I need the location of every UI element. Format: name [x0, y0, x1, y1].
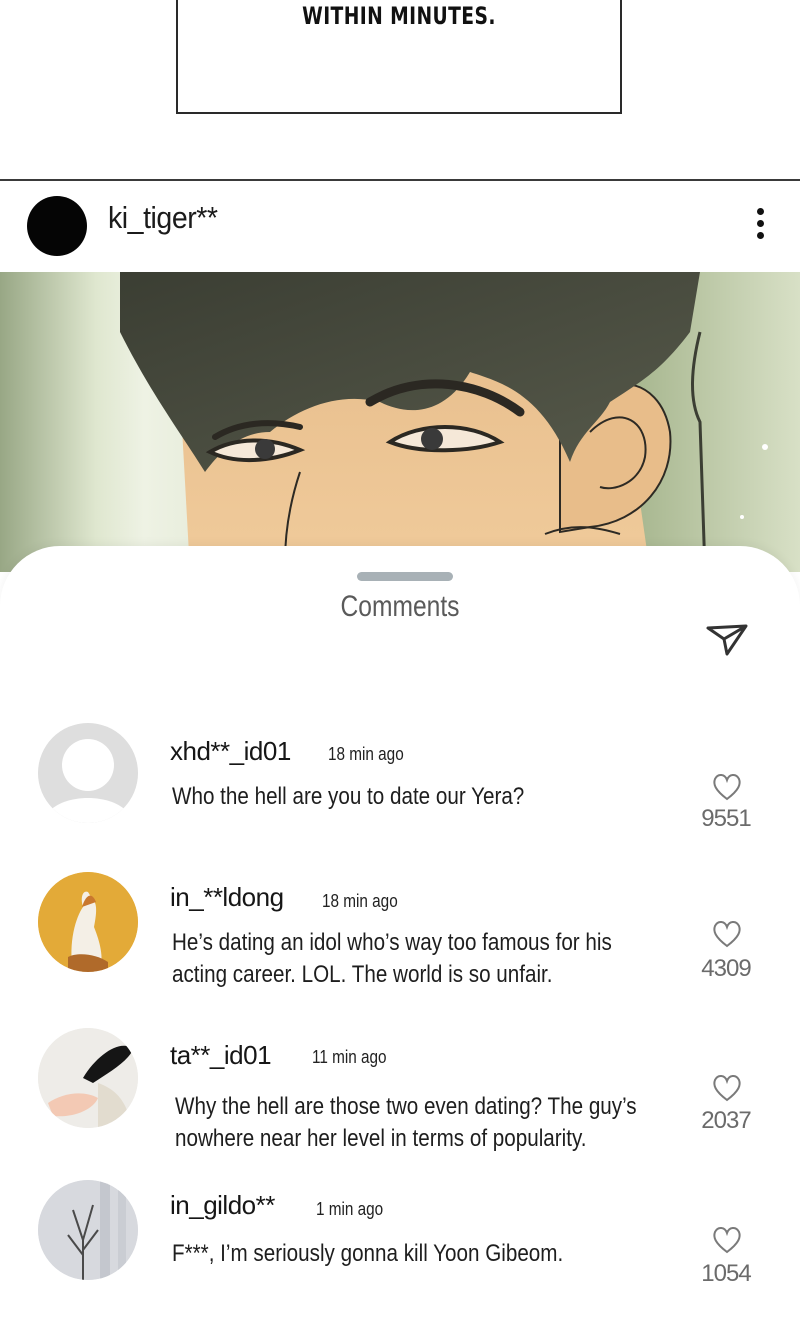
comment-username[interactable]: xhd**_id01 — [170, 736, 291, 767]
heart-icon[interactable] — [711, 1074, 743, 1102]
comment-time: 1 min ago — [316, 1199, 384, 1219]
heart-icon[interactable] — [711, 773, 743, 801]
comment-text-line: He’s dating an idol who’s way too famous… — [172, 929, 612, 956]
comment-time: 18 min ago — [328, 744, 404, 764]
comment-item: ta**_id01 11 min ago Why the hell are th… — [0, 1028, 800, 1158]
comment-text-line: nowhere near her level in terms of popul… — [175, 1125, 587, 1152]
post-avatar[interactable] — [27, 196, 87, 256]
post-photo — [0, 272, 800, 572]
comments-sheet: Comments xhd**_id01 18 min ago Who the h… — [0, 546, 800, 1326]
black-cat-photo-avatar[interactable] — [38, 1028, 138, 1128]
default-avatar-icon[interactable] — [38, 723, 138, 823]
comment-item: xhd**_id01 18 min ago Who the hell are y… — [0, 723, 800, 853]
heart-icon[interactable] — [711, 1226, 743, 1254]
comment-text-line: Who the hell are you to date our Yera? — [172, 783, 525, 810]
comment-text-line: acting career. LOL. The world is so unfa… — [172, 961, 553, 988]
comment-time: 11 min ago — [312, 1047, 387, 1067]
comment-username[interactable]: ta**_id01 — [170, 1040, 272, 1071]
comment-time: 18 min ago — [322, 891, 398, 911]
comment-text-line: F***, I’m seriously gonna kill Yoon Gibe… — [172, 1240, 564, 1267]
comment-item: in_**ldong 18 min ago He’s dating an ido… — [0, 872, 800, 1002]
like-count: 9551 — [701, 805, 751, 832]
post-illustration — [120, 272, 768, 572]
more-vertical-icon[interactable] — [750, 204, 770, 244]
caption-box: WITHIN MINUTES. — [176, 0, 622, 114]
post-header: ki_tiger** — [0, 182, 800, 272]
drag-handle[interactable] — [357, 572, 453, 581]
caption-text: WITHIN MINUTES. — [302, 2, 496, 30]
like-count: 2037 — [701, 1107, 751, 1134]
comment-text-line: Why the hell are those two even dating? … — [175, 1093, 637, 1120]
cat-photo-avatar[interactable] — [38, 872, 138, 972]
comment-username[interactable]: in_gildo** — [170, 1190, 275, 1221]
heart-icon[interactable] — [711, 920, 743, 948]
comments-title: Comments — [340, 590, 460, 623]
comment-username[interactable]: in_**ldong — [170, 882, 284, 913]
comment-item: in_gildo** 1 min ago F***, I’m seriously… — [0, 1180, 800, 1310]
divider — [0, 179, 800, 181]
like-count: 1054 — [701, 1260, 751, 1287]
like-count: 4309 — [701, 955, 751, 982]
branches-photo-avatar[interactable] — [38, 1180, 138, 1280]
post-username[interactable]: ki_tiger** — [108, 200, 218, 236]
send-icon[interactable] — [705, 622, 749, 658]
